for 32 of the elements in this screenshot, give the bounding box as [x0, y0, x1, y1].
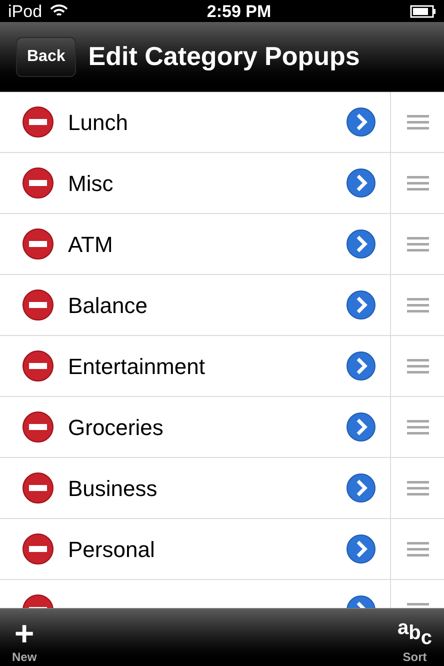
category-name: Personal — [68, 536, 156, 564]
category-name: Lunch — [68, 108, 129, 136]
category-name: Misc — [68, 170, 114, 198]
delete-icon[interactable] — [22, 167, 54, 199]
disclosure-icon[interactable] — [346, 107, 376, 137]
delete-icon[interactable] — [22, 533, 54, 565]
category-name: Entertainment — [68, 352, 206, 380]
new-button[interactable]: + New — [12, 618, 37, 664]
delete-icon[interactable] — [22, 228, 54, 260]
wifi-icon — [50, 4, 68, 18]
delete-icon[interactable] — [22, 472, 54, 504]
disclosure-icon[interactable] — [346, 351, 376, 381]
disclosure-icon[interactable] — [346, 473, 376, 503]
screen-title: Edit Category Popups — [88, 40, 360, 73]
battery-icon — [410, 4, 436, 18]
category-name: ATM — [68, 230, 114, 258]
disclosure-icon[interactable] — [346, 168, 376, 198]
sort-button[interactable]: abc Sort — [398, 618, 432, 664]
carrier-label: iPod — [8, 2, 42, 20]
delete-icon[interactable] — [22, 106, 54, 138]
delete-icon[interactable] — [22, 350, 54, 382]
disclosure-icon[interactable] — [346, 290, 376, 320]
delete-icon[interactable] — [22, 411, 54, 443]
category-name: Balance — [68, 292, 149, 320]
category-name: Groceries — [68, 414, 164, 442]
category-name: Business — [68, 474, 158, 502]
disclosure-icon[interactable] — [346, 412, 376, 442]
clock-time: 2:59 PM — [206, 2, 272, 20]
disclosure-icon[interactable] — [346, 229, 376, 259]
delete-icon[interactable] — [22, 289, 54, 321]
back-button[interactable]: Back — [16, 36, 76, 76]
disclosure-icon[interactable] — [346, 534, 376, 564]
